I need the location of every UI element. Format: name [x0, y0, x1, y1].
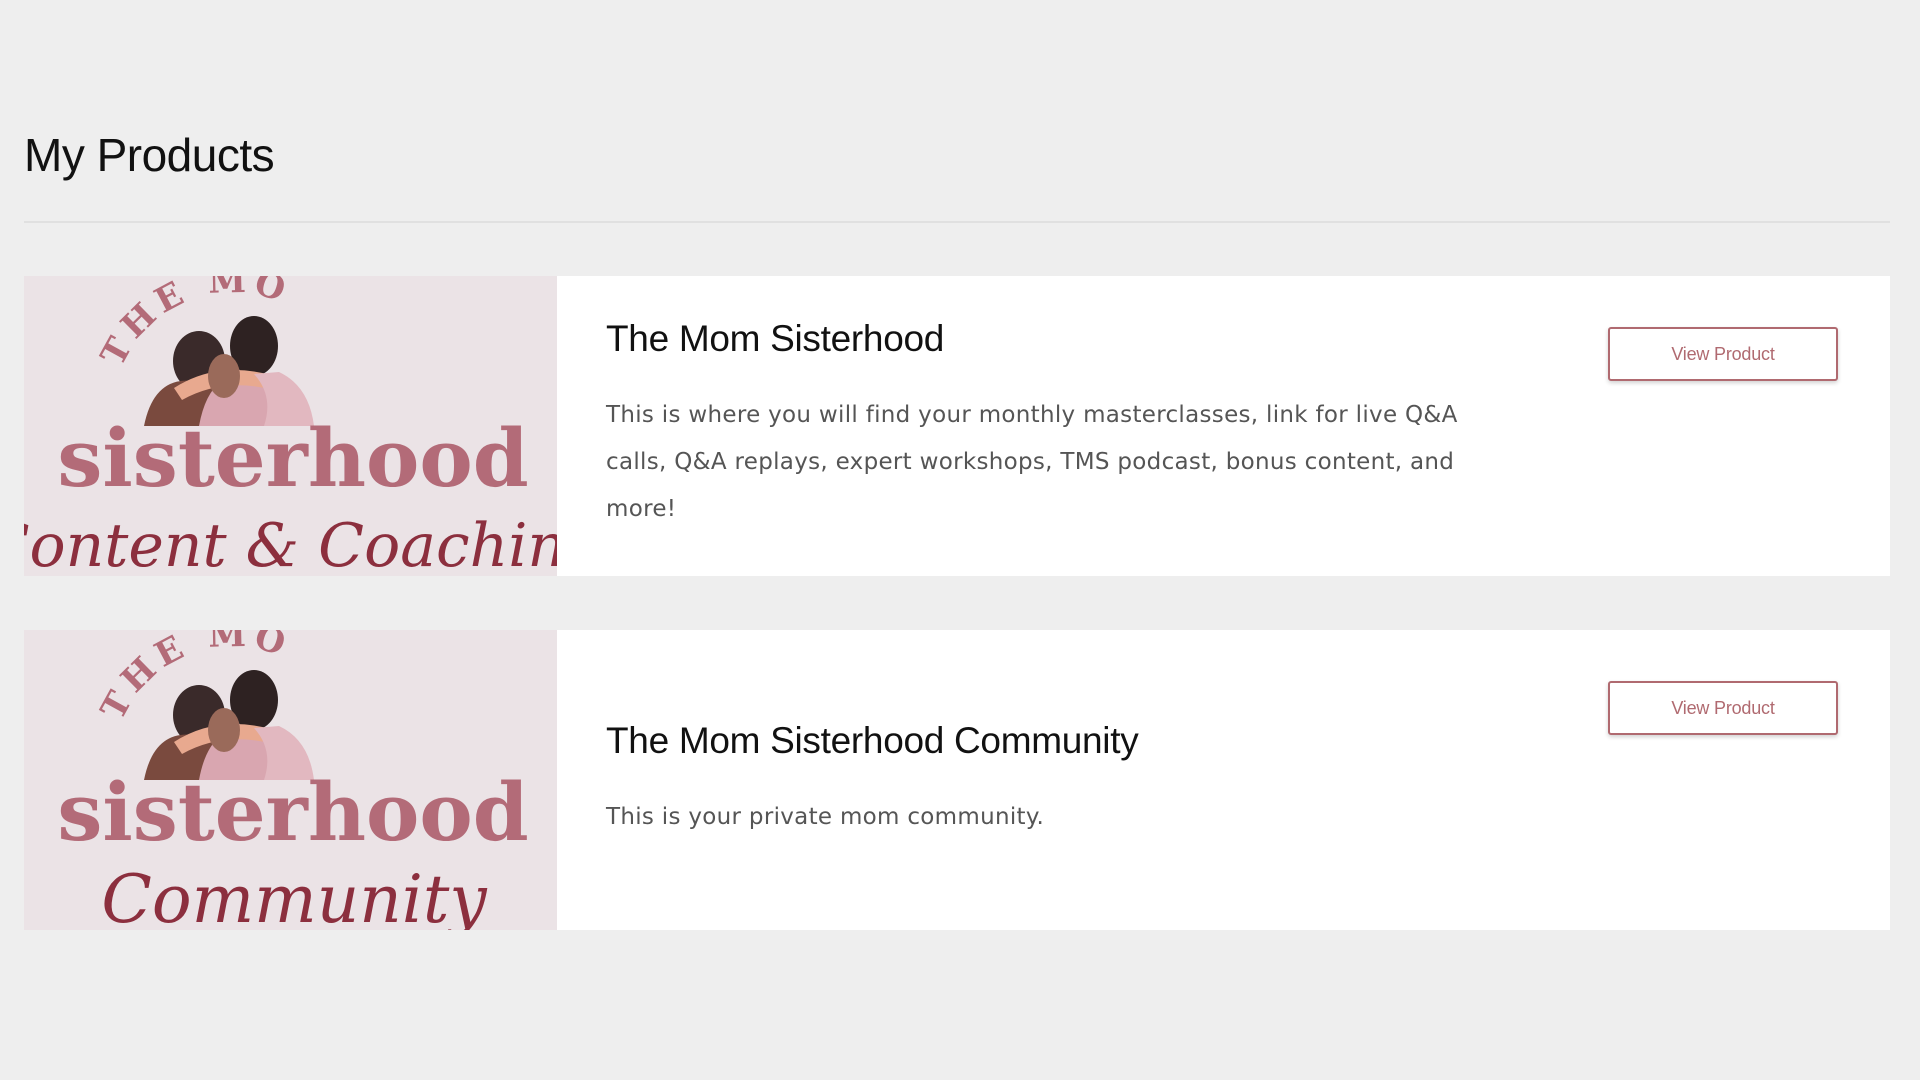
sisterhood-logo-image: THE MOM sisterhood Content & Coaching — [24, 276, 557, 576]
product-card: THE MOM sisterhood Content & Coaching Th… — [24, 276, 1890, 576]
product-card: THE MOM sisterhood Community The Mom Sis… — [24, 630, 1890, 930]
product-title[interactable]: The Mom Sisterhood Community — [606, 720, 1139, 762]
view-product-button[interactable]: View Product — [1608, 681, 1838, 735]
sisterhood-logo-image: THE MOM sisterhood Community — [24, 630, 557, 930]
product-description: This is your private mom community. — [606, 804, 1045, 830]
logo-main-text: sisterhood — [57, 411, 528, 505]
logo-main-text: sisterhood — [57, 765, 528, 859]
logo-script-text: Content & Coaching — [24, 511, 557, 576]
product-thumbnail[interactable]: THE MOM sisterhood Community — [24, 630, 557, 930]
view-product-button[interactable]: View Product — [1608, 327, 1838, 381]
product-description: This is where you will find your monthly… — [606, 402, 1458, 522]
logo-script-text: Community — [101, 861, 487, 930]
title-divider — [24, 221, 1890, 223]
product-title[interactable]: The Mom Sisterhood — [606, 318, 944, 360]
page-title: My Products — [24, 129, 275, 181]
products-page: My Products THE MOM — [0, 0, 1920, 1080]
product-thumbnail[interactable]: THE MOM sisterhood Content & Coaching — [24, 276, 557, 576]
